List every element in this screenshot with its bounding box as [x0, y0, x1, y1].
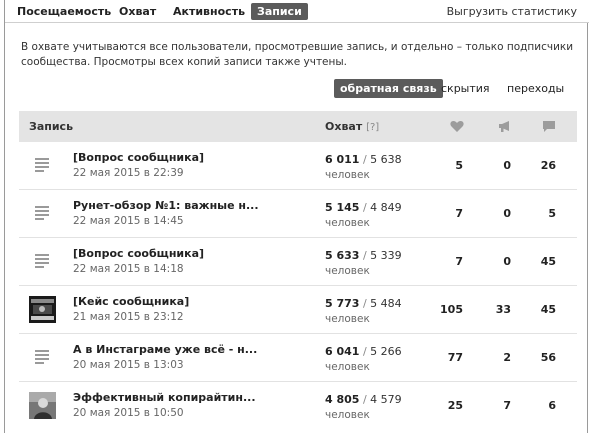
reposts-count: 33 [495, 303, 511, 316]
likes-count: 77 [447, 351, 463, 364]
likes-count: 25 [447, 399, 463, 412]
reach-value: 5 773 / 5 484 [325, 297, 402, 310]
reach-value: 6 041 / 5 266 [325, 345, 402, 358]
reach-subscribers: 4 849 [370, 201, 402, 214]
comments-count: 45 [540, 255, 556, 268]
post-date: 22 мая 2015 в 22:39 [73, 167, 184, 179]
people-label: человек [325, 361, 370, 373]
tab-posts[interactable]: Записи [251, 3, 308, 20]
reach-value: 4 805 / 4 579 [325, 393, 402, 406]
reach-total: 6 011 [325, 153, 360, 166]
likes-count: 5 [455, 159, 463, 172]
reach-total: 5 633 [325, 249, 360, 262]
table-row[interactable]: Эффективный копирайтин... 20 мая 2015 в … [19, 382, 577, 430]
post-date: 20 мая 2015 в 10:50 [73, 407, 184, 419]
people-label: человек [325, 265, 370, 277]
toggle-hides[interactable]: скрытия [441, 79, 490, 98]
reposts-count: 7 [503, 399, 511, 412]
post-date: 20 мая 2015 в 13:03 [73, 359, 184, 371]
post-title-link[interactable]: Рунет-обзор №1: важные н... [73, 199, 259, 212]
tab-reach[interactable]: Охват [119, 3, 156, 20]
post-date: 22 мая 2015 в 14:45 [73, 215, 184, 227]
reach-total: 4 805 [325, 393, 360, 406]
reach-subscribers: 5 266 [370, 345, 402, 358]
col-reach-label: Охват [325, 120, 363, 133]
table-row[interactable]: А в Инстаграме уже всё - н... 20 мая 201… [19, 334, 577, 382]
table-row[interactable]: [Вопрос сообщника] 22 мая 2015 в 14:18 5… [19, 238, 577, 286]
stats-panel: Посещаемость Охват Активность Записи Выг… [4, 0, 589, 433]
reposts-count: 0 [503, 255, 511, 268]
comments-count: 45 [540, 303, 556, 316]
comments-count: 6 [548, 399, 556, 412]
heart-icon[interactable] [450, 120, 464, 133]
doc-icon [35, 206, 49, 220]
table-row[interactable]: [Кейс сообщника] 21 мая 2015 в 23:12 5 7… [19, 286, 577, 334]
people-label: человек [325, 169, 370, 181]
reach-value: 5 145 / 4 849 [325, 201, 402, 214]
reach-value: 6 011 / 5 638 [325, 153, 402, 166]
col-reach-header[interactable]: Охват [?] [325, 111, 379, 142]
likes-count: 7 [455, 207, 463, 220]
reach-subscribers: 5 484 [370, 297, 402, 310]
reposts-count: 2 [503, 351, 511, 364]
reach-total: 6 041 [325, 345, 360, 358]
post-title-link[interactable]: [Вопрос сообщника] [73, 151, 204, 164]
reposts-count: 0 [503, 207, 511, 220]
post-date: 22 мая 2015 в 14:18 [73, 263, 184, 275]
reposts-count: 0 [503, 159, 511, 172]
post-title-link[interactable]: А в Инстаграме уже всё - н... [73, 343, 257, 356]
info-text: В охвате учитываются все пользователи, п… [21, 41, 574, 68]
post-photo-thumbnail[interactable] [29, 392, 56, 419]
post-title-link[interactable]: Эффективный копирайтин... [73, 391, 256, 404]
tab-activity[interactable]: Активность [173, 3, 245, 20]
comments-count: 26 [540, 159, 556, 172]
reach-total: 5 773 [325, 297, 360, 310]
col-post-header[interactable]: Запись [29, 111, 73, 142]
table-row[interactable]: Рунет-обзор №1: важные н... 22 мая 2015 … [19, 190, 577, 238]
reach-total: 5 145 [325, 201, 360, 214]
post-title-link[interactable]: [Вопрос сообщника] [73, 247, 204, 260]
reach-hint-link[interactable]: [?] [366, 122, 379, 133]
people-label: человек [325, 313, 370, 325]
people-label: человек [325, 409, 370, 421]
doc-icon [35, 350, 49, 364]
toggle-feedback[interactable]: обратная связь [334, 79, 443, 98]
doc-icon [35, 158, 49, 172]
likes-count: 105 [440, 303, 463, 316]
comments-count: 56 [540, 351, 556, 364]
reach-subscribers: 4 579 [370, 393, 402, 406]
megaphone-icon[interactable] [498, 120, 512, 133]
reach-subscribers: 5 339 [370, 249, 402, 262]
toggle-clicks[interactable]: переходы [507, 79, 564, 98]
people-label: человек [325, 217, 370, 229]
reach-value: 5 633 / 5 339 [325, 249, 402, 262]
likes-count: 7 [455, 255, 463, 268]
export-stats-link[interactable]: Выгрузить статистику [447, 3, 577, 20]
post-date: 21 мая 2015 в 23:12 [73, 311, 184, 323]
table-header: Запись Охват [?] [19, 111, 577, 142]
comment-icon[interactable] [542, 120, 556, 133]
comments-count: 5 [548, 207, 556, 220]
tab-bar: Посещаемость Охват Активность Записи Выг… [5, 0, 589, 23]
table-row[interactable]: [Вопрос сообщника] 22 мая 2015 в 22:39 6… [19, 142, 577, 190]
post-image-thumbnail[interactable] [29, 296, 56, 323]
doc-icon [35, 254, 49, 268]
reach-subscribers: 5 638 [370, 153, 402, 166]
post-title-link[interactable]: [Кейс сообщника] [73, 295, 189, 308]
tab-attendance[interactable]: Посещаемость [17, 3, 111, 20]
